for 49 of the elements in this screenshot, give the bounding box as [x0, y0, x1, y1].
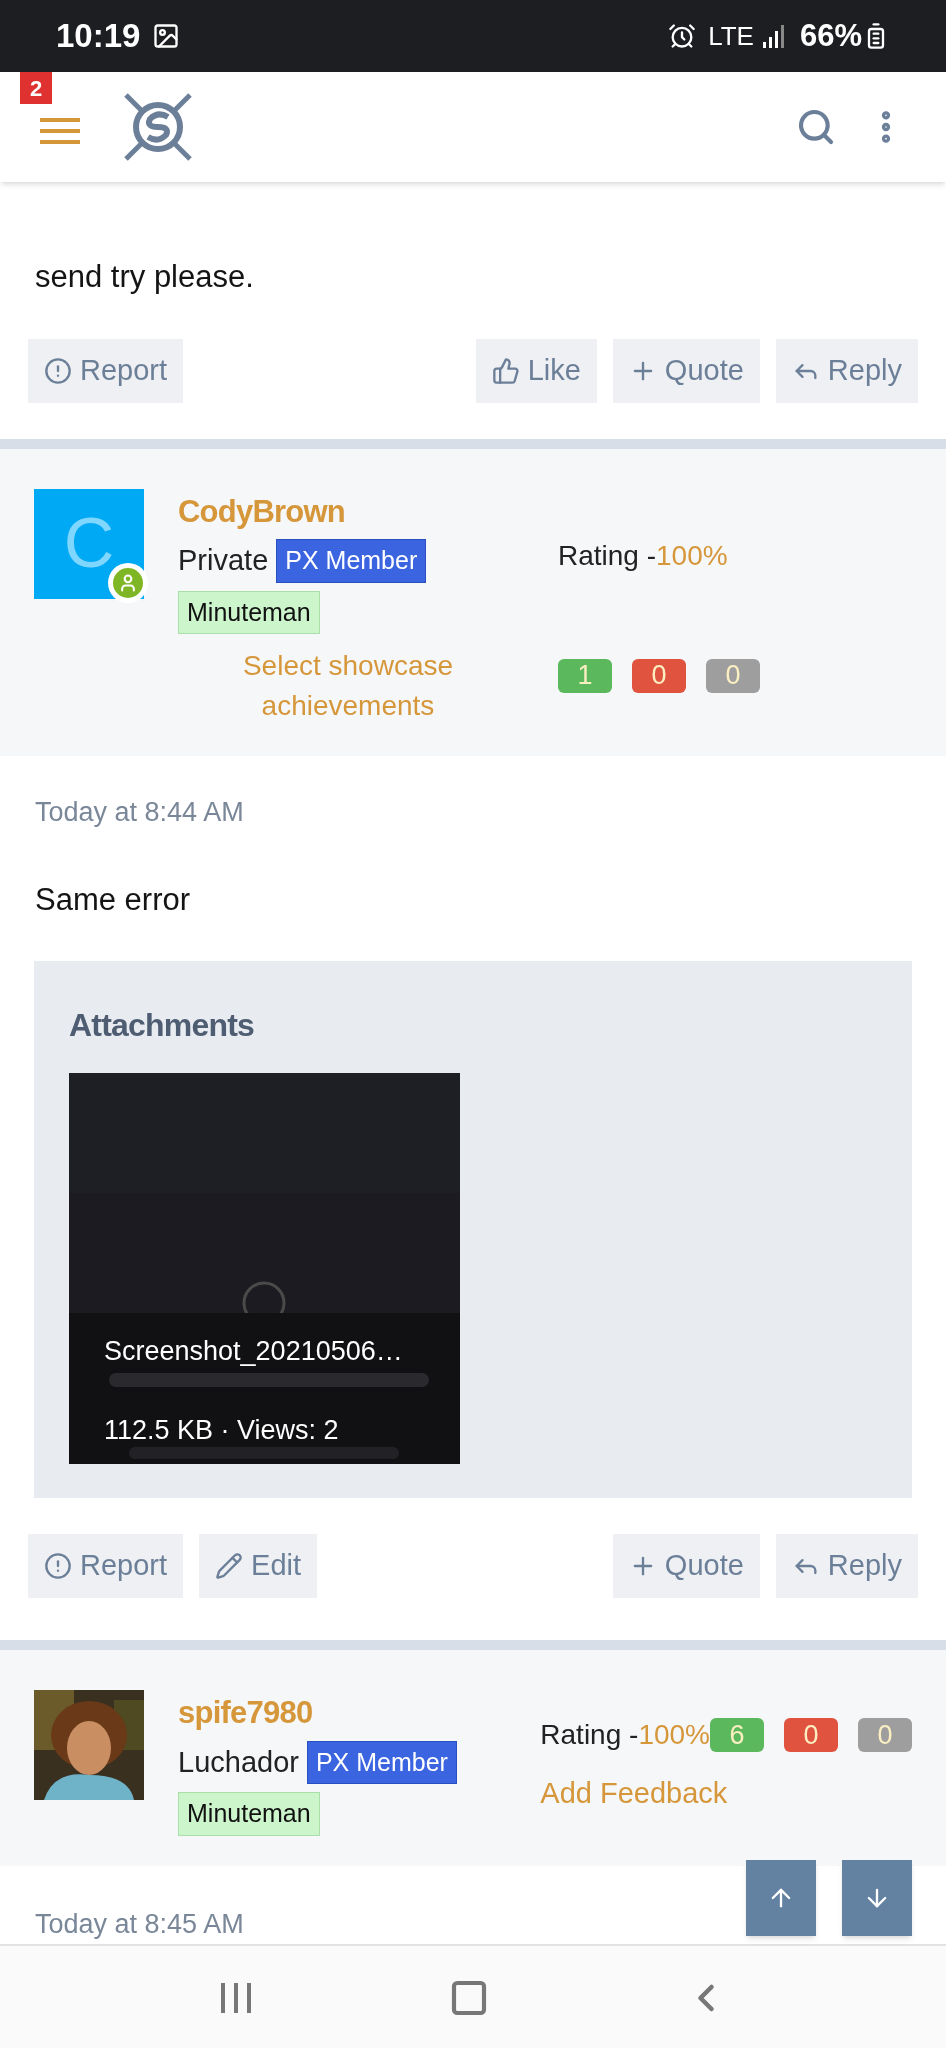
post-text: send try please.: [34, 258, 255, 296]
attachments-title: Attachments: [69, 1006, 255, 1045]
reply-button[interactable]: Reply: [775, 1534, 918, 1598]
like-button[interactable]: Like: [475, 338, 597, 403]
file-meta: 112.5 KB · Views: 2: [104, 1413, 340, 1447]
username[interactable]: spife7980: [178, 1690, 501, 1737]
pencil-icon: [215, 1552, 244, 1580]
count-badge: 6: [710, 1718, 764, 1752]
alarm-icon: [668, 22, 697, 50]
search-icon[interactable]: [796, 107, 836, 147]
count-badge: 0: [784, 1718, 838, 1752]
member-badge: PX Member: [306, 1740, 457, 1784]
clock-time: 10:19: [56, 16, 141, 57]
file-name: Screenshot_20210506…: [104, 1335, 404, 1368]
edit-button[interactable]: Edit: [199, 1534, 318, 1598]
rating-text: Rating -100%: [558, 538, 728, 573]
showcase-link[interactable]: Select showcase achievements: [178, 646, 518, 726]
user-tag: Minuteman: [178, 590, 320, 634]
scroll-up-button[interactable]: [746, 1859, 816, 1936]
alert-circle-icon: [44, 356, 72, 385]
home-icon[interactable]: [449, 1978, 489, 2018]
menu-icon[interactable]: [40, 117, 80, 145]
count-badge: 1: [558, 658, 612, 693]
post-date: Today at 8:44 AM: [34, 796, 245, 829]
image-icon: [152, 22, 181, 50]
battery-percent: 66%: [799, 16, 862, 55]
alert-circle-icon: [44, 1552, 72, 1580]
post-text: Same error: [34, 880, 192, 919]
user-rank: Luchador: [178, 1744, 299, 1780]
count-badge: 0: [858, 1718, 912, 1752]
scroll-down-button[interactable]: [842, 1859, 912, 1936]
network-type: LTE: [708, 19, 754, 53]
count-badge: 0: [632, 658, 686, 693]
member-badge: PX Member: [276, 539, 427, 583]
reply-button[interactable]: Reply: [775, 338, 918, 403]
quote-button[interactable]: Quote: [612, 1534, 760, 1598]
count-badge: 0: [706, 658, 760, 693]
attachment-thumbnail[interactable]: Screenshot_20210506… 112.5 KB · Views: 2: [69, 1073, 460, 1464]
quote-button[interactable]: Quote: [612, 338, 760, 403]
report-button[interactable]: Report: [28, 1534, 184, 1598]
report-button[interactable]: Report: [28, 338, 184, 403]
username[interactable]: CodyBrown: [178, 488, 518, 535]
add-feedback-link[interactable]: Add Feedback: [540, 1772, 912, 1816]
rating-text: Rating -100%: [540, 1718, 710, 1752]
user-tag: Minuteman: [178, 1792, 320, 1836]
thumbs-up-icon: [491, 356, 520, 385]
user-rank: Private: [178, 543, 269, 578]
post-date: Today at 8:45 AM: [35, 1907, 244, 1941]
notification-badge: 2: [20, 72, 52, 104]
